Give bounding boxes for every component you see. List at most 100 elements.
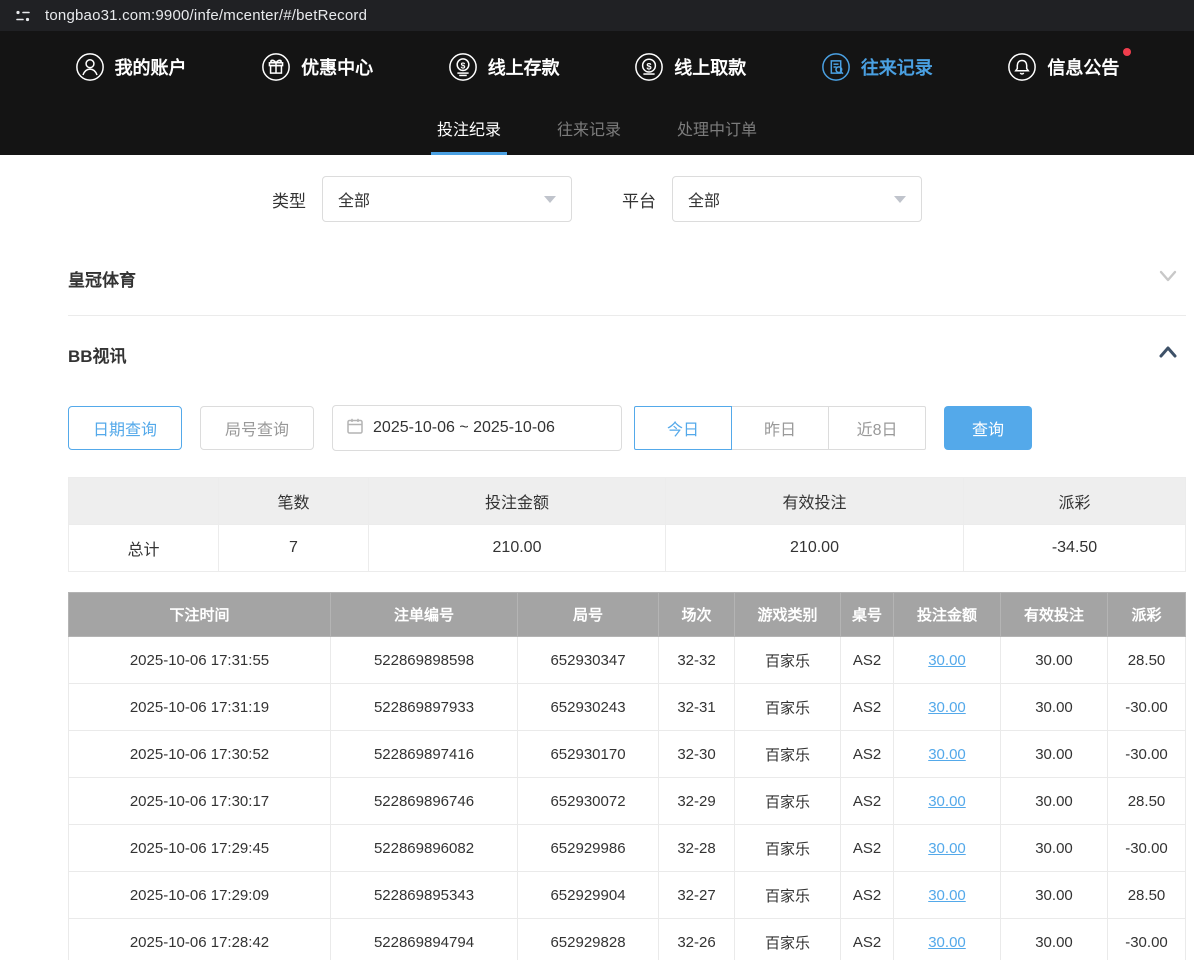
date-range-value: 2025-10-06 ~ 2025-10-06 xyxy=(373,419,555,437)
summary-payout: -34.50 xyxy=(964,525,1186,572)
last-8-days-button[interactable]: 近8日 xyxy=(828,406,926,450)
chevron-up-icon[interactable] xyxy=(1156,341,1180,368)
nav-item-label: 线上存款 xyxy=(488,54,560,80)
cell-round-no: 652929828 xyxy=(518,919,659,960)
nav-item-records[interactable]: 往来记录 xyxy=(821,52,933,82)
column-header: 局号 xyxy=(518,593,659,637)
browser-url-bar: tongbao31.com:9900/infe/mcenter/#/betRec… xyxy=(0,0,1194,31)
svg-text:$: $ xyxy=(647,61,653,71)
cell-game-type: 百家乐 xyxy=(735,919,841,960)
summary-valid-amount: 210.00 xyxy=(666,525,964,572)
cell-bet-amount[interactable]: 30.00 xyxy=(894,684,1001,731)
cell-payout: -30.00 xyxy=(1108,731,1186,778)
chevron-down-icon xyxy=(544,196,556,203)
cell-round-no: 652930347 xyxy=(518,637,659,684)
column-header: 下注时间 xyxy=(69,593,331,637)
bet-amount-link[interactable]: 30.00 xyxy=(928,746,966,763)
cell-bet-amount[interactable]: 30.00 xyxy=(894,919,1001,960)
cell-game-type: 百家乐 xyxy=(735,825,841,872)
cell-bet-time: 2025-10-06 17:31:19 xyxy=(69,684,331,731)
deposit-coin-icon: $ xyxy=(448,52,478,82)
record-tabs: 投注纪录 往来记录 处理中订单 xyxy=(0,103,1194,155)
tab-bet-records[interactable]: 投注纪录 xyxy=(431,103,507,155)
cell-session: 32-29 xyxy=(659,778,735,825)
section-crown-sports[interactable]: 皇冠体育 xyxy=(68,240,1186,316)
type-select-value: 全部 xyxy=(338,187,370,211)
cell-bet-time: 2025-10-06 17:29:09 xyxy=(69,872,331,919)
cell-game-type: 百家乐 xyxy=(735,684,841,731)
calendar-icon xyxy=(346,417,364,440)
summary-bet-amount: 210.00 xyxy=(369,525,666,572)
bet-amount-link[interactable]: 30.00 xyxy=(928,652,966,669)
cell-session: 32-27 xyxy=(659,872,735,919)
nav-item-withdraw[interactable]: $ 线上取款 xyxy=(634,52,746,82)
bet-amount-link[interactable]: 30.00 xyxy=(928,840,966,857)
tab-groups-icon[interactable] xyxy=(14,7,32,25)
cell-table-no: AS2 xyxy=(841,778,894,825)
cell-table-no: AS2 xyxy=(841,919,894,960)
cell-session: 32-32 xyxy=(659,637,735,684)
main-navigation: 我的账户 优惠中心 $ xyxy=(0,31,1194,103)
table-row: 2025-10-06 17:31:19522869897933652930243… xyxy=(69,684,1186,731)
cell-bet-id: 522869895343 xyxy=(331,872,518,919)
cell-session: 32-26 xyxy=(659,919,735,960)
nav-item-label: 线上取款 xyxy=(674,54,746,80)
summary-header-bet-amount: 投注金额 xyxy=(369,478,666,525)
cell-bet-id: 522869898598 xyxy=(331,637,518,684)
cell-bet-time: 2025-10-06 17:28:42 xyxy=(69,919,331,960)
summary-total-label: 总计 xyxy=(69,525,219,572)
table-row: 2025-10-06 17:31:55522869898598652930347… xyxy=(69,637,1186,684)
column-header: 注单编号 xyxy=(331,593,518,637)
today-button[interactable]: 今日 xyxy=(634,406,732,450)
filter-bar: 类型 全部 平台 全部 xyxy=(0,155,1194,240)
cell-bet-time: 2025-10-06 17:30:52 xyxy=(69,731,331,778)
cell-game-type: 百家乐 xyxy=(735,637,841,684)
bet-amount-link[interactable]: 30.00 xyxy=(928,934,966,951)
column-header: 游戏类别 xyxy=(735,593,841,637)
column-header: 桌号 xyxy=(841,593,894,637)
cell-table-no: AS2 xyxy=(841,731,894,778)
nav-item-promotions[interactable]: 优惠中心 xyxy=(261,52,373,82)
table-row: 2025-10-06 17:30:52522869897416652930170… xyxy=(69,731,1186,778)
cell-bet-amount[interactable]: 30.00 xyxy=(894,778,1001,825)
cell-payout: -30.00 xyxy=(1108,684,1186,731)
nav-item-my-account[interactable]: 我的账户 xyxy=(75,52,187,82)
cell-bet-id: 522869897416 xyxy=(331,731,518,778)
bet-amount-link[interactable]: 30.00 xyxy=(928,699,966,716)
nav-item-label: 往来记录 xyxy=(861,54,933,80)
cell-bet-time: 2025-10-06 17:29:45 xyxy=(69,825,331,872)
user-icon xyxy=(75,52,105,82)
address-bar[interactable]: tongbao31.com:9900/infe/mcenter/#/betRec… xyxy=(45,7,367,24)
section-bb-video[interactable]: BB视讯 xyxy=(68,316,1186,391)
round-query-button[interactable]: 局号查询 xyxy=(200,406,314,450)
cell-bet-id: 522869896746 xyxy=(331,778,518,825)
bet-amount-link[interactable]: 30.00 xyxy=(928,793,966,810)
yesterday-button[interactable]: 昨日 xyxy=(731,406,829,450)
summary-header-blank xyxy=(69,478,219,525)
chevron-down-icon[interactable] xyxy=(1156,265,1180,292)
tab-pending-orders[interactable]: 处理中订单 xyxy=(671,103,763,155)
platform-select[interactable]: 全部 xyxy=(672,176,922,222)
chevron-down-icon xyxy=(894,196,906,203)
cell-bet-amount[interactable]: 30.00 xyxy=(894,637,1001,684)
cell-bet-amount[interactable]: 30.00 xyxy=(894,825,1001,872)
cell-valid-bet: 30.00 xyxy=(1001,919,1108,960)
search-button[interactable]: 查询 xyxy=(944,406,1032,450)
platform-filter-label: 平台 xyxy=(622,187,656,212)
cell-valid-bet: 30.00 xyxy=(1001,731,1108,778)
date-range-input[interactable]: 2025-10-06 ~ 2025-10-06 xyxy=(332,405,622,451)
cell-round-no: 652929986 xyxy=(518,825,659,872)
type-select[interactable]: 全部 xyxy=(322,176,572,222)
cell-payout: 28.50 xyxy=(1108,637,1186,684)
cell-bet-amount[interactable]: 30.00 xyxy=(894,872,1001,919)
cell-bet-id: 522869894794 xyxy=(331,919,518,960)
table-row: 2025-10-06 17:29:09522869895343652929904… xyxy=(69,872,1186,919)
date-query-button[interactable]: 日期查询 xyxy=(68,406,182,450)
nav-item-deposit[interactable]: $ 线上存款 xyxy=(448,52,560,82)
bet-amount-link[interactable]: 30.00 xyxy=(928,887,966,904)
tab-transaction-records[interactable]: 往来记录 xyxy=(551,103,627,155)
cell-table-no: AS2 xyxy=(841,825,894,872)
nav-item-announcements[interactable]: 信息公告 xyxy=(1007,52,1119,82)
cell-game-type: 百家乐 xyxy=(735,778,841,825)
cell-bet-amount[interactable]: 30.00 xyxy=(894,731,1001,778)
